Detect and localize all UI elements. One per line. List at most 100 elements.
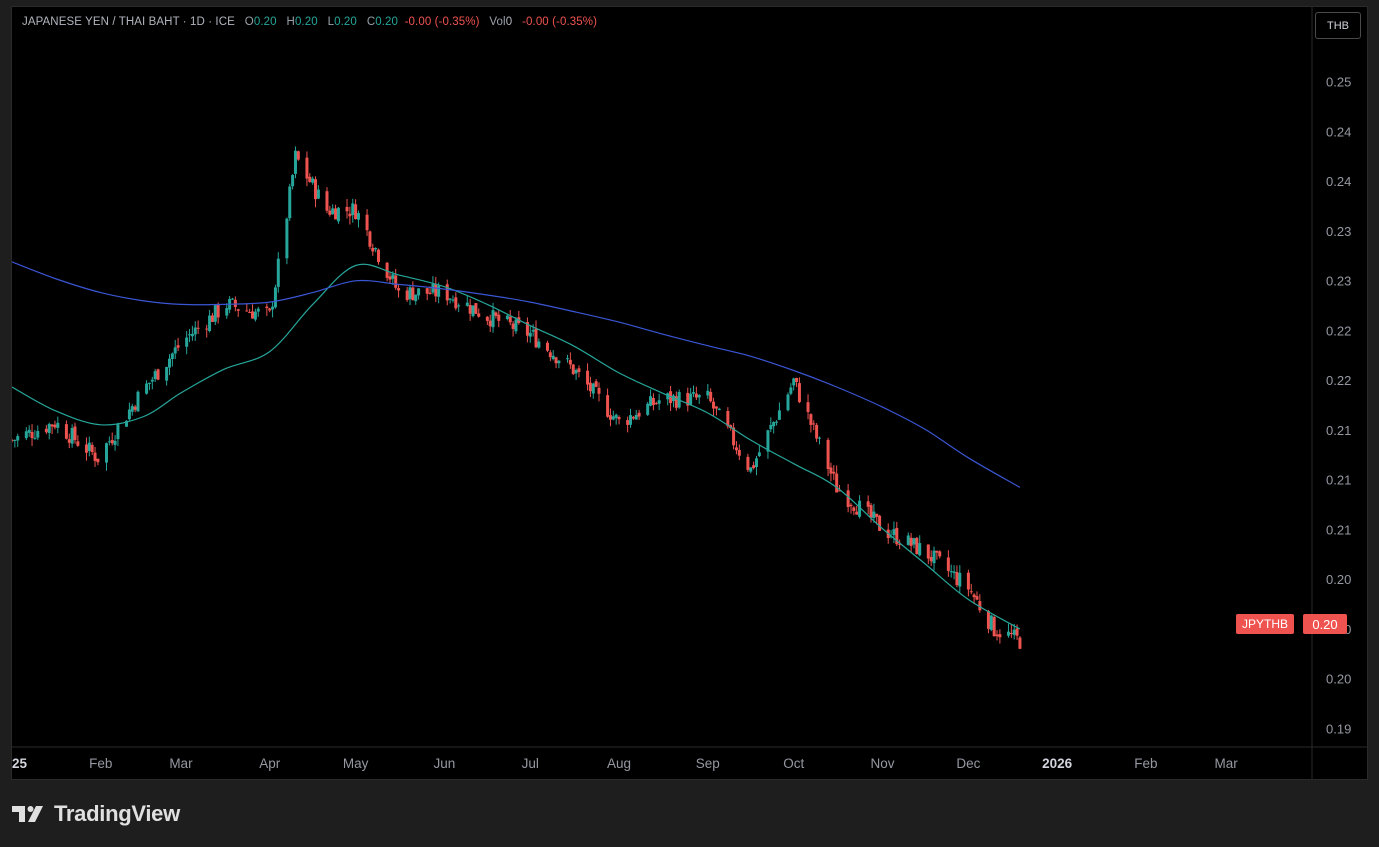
- candle: [285, 217, 289, 265]
- candle-body: [786, 394, 790, 411]
- chart-frame[interactable]: 0.250.250.240.240.230.230.220.220.210.21…: [11, 6, 1368, 780]
- candle-body: [646, 403, 650, 415]
- candle: [528, 326, 532, 343]
- axis-layer[interactable]: 0.250.250.240.240.230.230.220.220.210.21…: [12, 7, 1367, 779]
- y-tick-label: 0.24: [1326, 174, 1351, 189]
- candle-body: [356, 213, 360, 220]
- candle: [608, 408, 612, 427]
- candle: [849, 502, 853, 514]
- candle: [276, 252, 280, 293]
- candle: [586, 363, 590, 391]
- candle-body: [474, 303, 478, 314]
- candle-body: [545, 342, 549, 351]
- candle-body: [325, 191, 329, 211]
- candle: [188, 329, 192, 343]
- candle-body: [829, 467, 833, 474]
- candle: [545, 340, 549, 353]
- candle: [551, 350, 555, 361]
- candle: [852, 506, 856, 516]
- candle: [671, 393, 675, 408]
- candle-body: [935, 550, 939, 553]
- candle-body: [454, 297, 458, 309]
- candle-body: [586, 370, 590, 385]
- candle-body: [629, 415, 633, 425]
- candle-body: [76, 441, 80, 446]
- candle-body: [116, 424, 120, 440]
- candle: [156, 368, 160, 381]
- x-tick-label: Jul: [522, 756, 539, 771]
- candle-body: [150, 379, 154, 382]
- candle: [325, 187, 329, 214]
- candle: [694, 386, 698, 400]
- candle: [185, 331, 189, 355]
- candle: [998, 629, 1002, 644]
- candle-body: [374, 248, 378, 250]
- candle-body: [531, 329, 535, 332]
- candle: [173, 339, 177, 360]
- candle-body: [345, 206, 349, 212]
- candle-body: [597, 387, 601, 394]
- candle-body: [285, 218, 289, 259]
- candle: [674, 391, 678, 411]
- candle-body: [634, 414, 638, 420]
- candle-body: [855, 511, 859, 515]
- x-tick-label: Jun: [433, 756, 455, 771]
- candle: [377, 248, 381, 265]
- candle-body: [955, 572, 959, 586]
- candle-body: [130, 406, 134, 412]
- x-tick-label: Feb: [1134, 756, 1157, 771]
- price-chart[interactable]: 0.250.250.240.240.230.230.220.220.210.21…: [12, 7, 1367, 779]
- candle-body: [551, 355, 555, 359]
- candle-body: [906, 535, 910, 545]
- candle: [408, 285, 412, 306]
- candle: [754, 456, 758, 476]
- candle: [84, 437, 88, 461]
- candle-body: [328, 210, 332, 215]
- tradingview-brand[interactable]: TradingView: [12, 801, 180, 827]
- candle: [691, 385, 695, 398]
- candle: [457, 303, 461, 313]
- candle: [153, 368, 157, 383]
- open-value: 0.20: [253, 16, 277, 28]
- candle: [316, 185, 320, 200]
- candle-body: [165, 366, 169, 381]
- candle-body: [958, 572, 962, 587]
- candle-body: [691, 392, 695, 394]
- symbol-title[interactable]: JAPANESE YEN / THAI BAHT · 1D · ICE: [22, 16, 235, 28]
- candle: [697, 394, 701, 404]
- candle: [394, 268, 398, 290]
- candle: [196, 320, 200, 334]
- tradingview-logo-icon: [12, 806, 43, 822]
- candle: [812, 420, 816, 431]
- candle: [445, 279, 449, 306]
- candle: [210, 312, 214, 323]
- candle-body: [136, 391, 140, 412]
- symbol-legend[interactable]: JAPANESE YEN / THAI BAHT · 1D · ICE O0.2…: [22, 16, 597, 28]
- candle-body: [626, 420, 630, 425]
- candle: [657, 393, 661, 411]
- candle-body: [44, 428, 48, 433]
- currency-button[interactable]: THB: [1315, 12, 1361, 39]
- candle-body: [308, 176, 312, 182]
- candle: [208, 309, 212, 333]
- volume-label: Vol: [489, 16, 506, 28]
- candle: [955, 565, 959, 588]
- candle: [717, 407, 721, 411]
- candle: [734, 441, 738, 455]
- candle-body: [617, 417, 621, 420]
- candle: [669, 385, 673, 412]
- candle-body: [588, 382, 592, 392]
- candle-body: [30, 431, 34, 438]
- candle: [193, 321, 197, 341]
- candle: [113, 435, 117, 451]
- candle-body: [437, 285, 441, 297]
- candle-body: [405, 290, 409, 301]
- candle: [30, 424, 34, 447]
- candle-body: [514, 319, 518, 332]
- candle-body: [24, 431, 28, 439]
- candle: [749, 467, 753, 474]
- candle: [328, 205, 332, 217]
- candle: [16, 433, 20, 447]
- candle-body: [451, 299, 455, 301]
- candle-body: [96, 458, 100, 463]
